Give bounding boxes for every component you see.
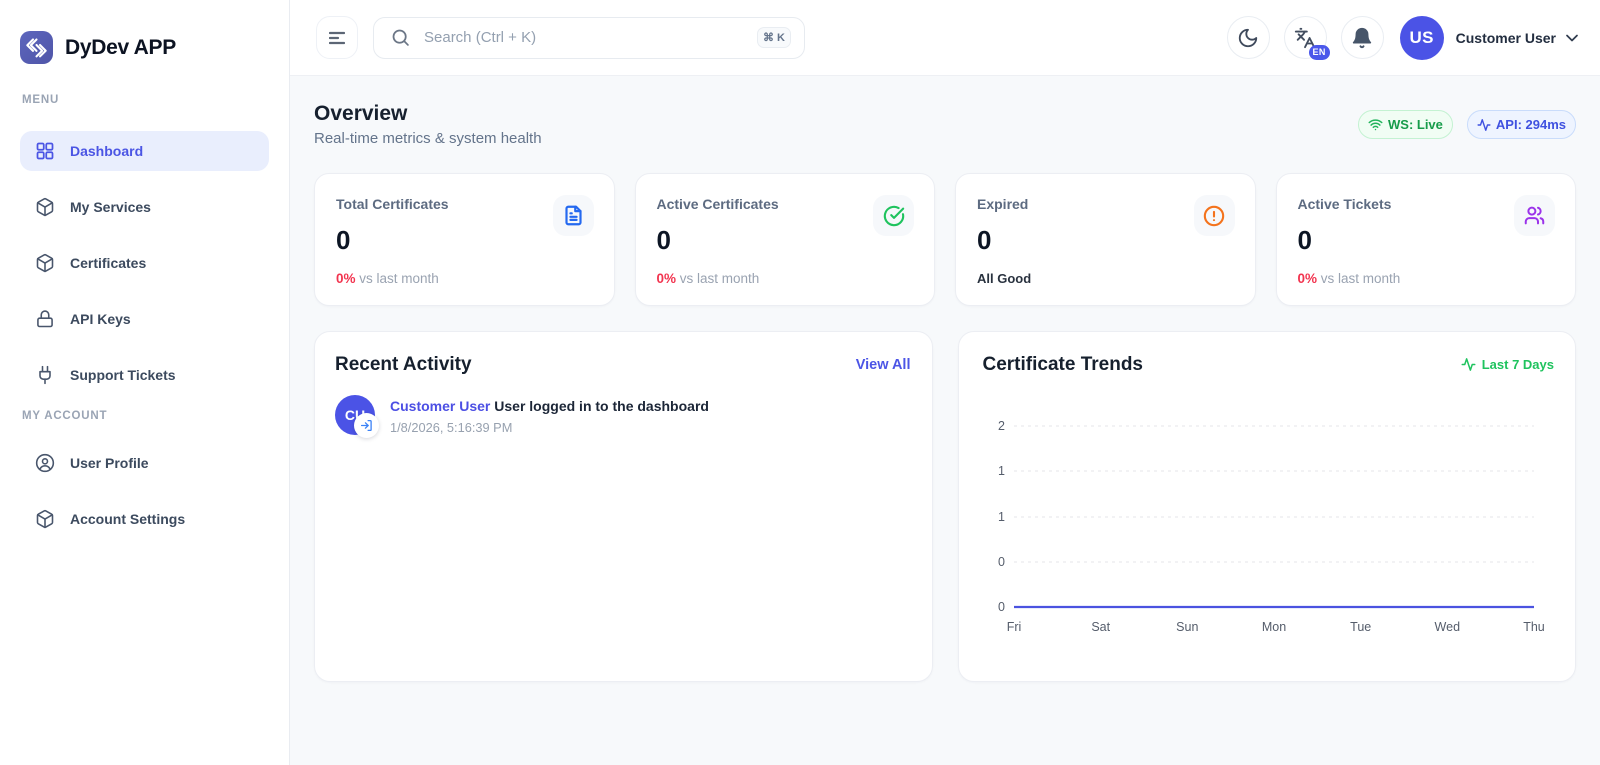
svg-text:Wed: Wed [1434, 620, 1460, 634]
svg-text:Thu: Thu [1523, 620, 1545, 634]
svg-text:Mon: Mon [1261, 620, 1285, 634]
svg-text:Sat: Sat [1091, 620, 1110, 634]
svg-text:2: 2 [998, 419, 1005, 433]
svg-text:0: 0 [998, 555, 1005, 569]
svg-text:Fri: Fri [1006, 620, 1021, 634]
svg-text:Sun: Sun [1176, 620, 1198, 634]
svg-text:0: 0 [998, 600, 1005, 614]
svg-text:1: 1 [998, 510, 1005, 524]
svg-text:1: 1 [998, 464, 1005, 478]
svg-text:Tue: Tue [1350, 620, 1371, 634]
